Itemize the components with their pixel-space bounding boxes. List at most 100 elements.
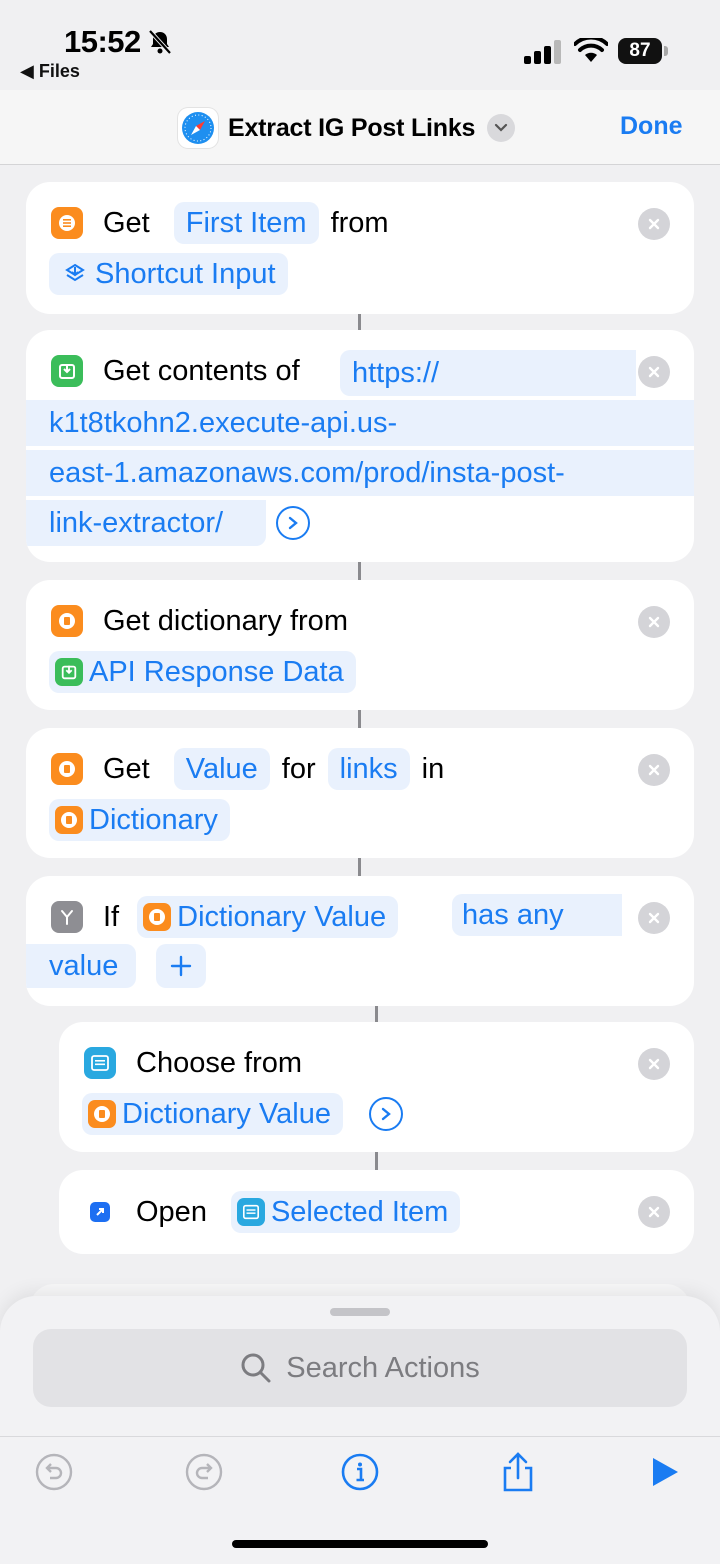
action-connector xyxy=(358,314,361,330)
redo-icon xyxy=(185,1453,223,1491)
url-line[interactable]: link-extractor/ xyxy=(26,500,266,546)
action-verb: If xyxy=(103,900,120,933)
for-label: for xyxy=(281,752,316,785)
action-connector xyxy=(375,1152,378,1170)
action-get-value[interactable]: Get Value for links in Dictionary xyxy=(26,728,694,858)
info-icon xyxy=(341,1453,379,1491)
api-response-chip[interactable]: API Response Data xyxy=(49,651,356,693)
list-icon xyxy=(51,207,83,239)
action-search-sheet: Search Actions xyxy=(0,1296,720,1564)
condition-operator-chip[interactable]: has any xyxy=(452,894,622,936)
condition-value-chip[interactable]: value xyxy=(26,944,136,988)
search-actions-field[interactable]: Search Actions xyxy=(33,1329,687,1407)
action-open[interactable]: Open Selected Item xyxy=(59,1170,694,1254)
from-label: from xyxy=(330,206,389,239)
shortcut-input-label: Shortcut Input xyxy=(95,257,276,290)
remove-action-button[interactable] xyxy=(638,902,670,934)
safari-icon xyxy=(178,108,218,148)
action-verb: Get dictionary from xyxy=(103,604,348,637)
download-icon xyxy=(55,658,83,686)
action-get-item[interactable]: Get First Item from Shortcut Input xyxy=(26,182,694,314)
key-chip[interactable]: links xyxy=(327,748,410,790)
shortcut-input-icon xyxy=(61,260,89,288)
expand-options-button[interactable] xyxy=(276,506,310,540)
url-line[interactable]: k1t8tkohn2.execute-api.us- xyxy=(26,400,694,446)
toolbar-divider xyxy=(0,1436,720,1437)
remove-action-button[interactable] xyxy=(638,754,670,786)
action-if[interactable]: If Dictionary Value has any value xyxy=(26,876,694,1006)
search-placeholder: Search Actions xyxy=(286,1351,480,1384)
remove-action-button[interactable] xyxy=(638,356,670,388)
action-verb: Get xyxy=(103,752,150,785)
download-icon xyxy=(51,355,83,387)
dictionary-chip[interactable]: Dictionary xyxy=(49,799,230,841)
play-icon xyxy=(653,1458,678,1486)
url-line[interactable]: east-1.amazonaws.com/prod/insta-post- xyxy=(26,450,694,496)
dictionary-icon xyxy=(51,605,83,637)
home-indicator xyxy=(232,1540,488,1548)
plus-icon xyxy=(170,955,192,977)
open-app-icon xyxy=(84,1196,116,1228)
chevron-down-icon[interactable] xyxy=(487,114,516,142)
status-bar: 15:52 ◀ Files 87 xyxy=(0,0,720,90)
dictionary-label: Dictionary xyxy=(89,803,218,836)
action-connector xyxy=(375,1006,378,1022)
action-choose-from[interactable]: Choose from Dictionary Value xyxy=(59,1022,694,1152)
sheet-grabber[interactable] xyxy=(330,1308,390,1316)
remove-action-button[interactable] xyxy=(638,1196,670,1228)
dictionary-icon xyxy=(143,903,172,931)
action-verb: Get contents of xyxy=(103,354,300,387)
condition-variable-label: Dictionary Value xyxy=(177,900,387,933)
bell-slash-icon xyxy=(148,29,172,55)
back-to-app-link[interactable]: ◀ Files xyxy=(20,61,80,82)
shortcut-input-chip[interactable]: Shortcut Input xyxy=(49,253,288,295)
info-button[interactable] xyxy=(340,1452,380,1492)
nav-bar: Extract IG Post Links Done xyxy=(0,90,720,165)
action-get-contents-of-url[interactable]: Get contents of https:// k1t8tkohn2.exec… xyxy=(26,330,694,562)
selected-item-chip[interactable]: Selected Item xyxy=(230,1191,461,1233)
menu-list-icon xyxy=(84,1047,116,1079)
action-verb: Open xyxy=(136,1195,207,1228)
shortcut-title: Extract IG Post Links xyxy=(228,113,476,142)
action-get-dictionary[interactable]: Get dictionary from API Response Data xyxy=(26,580,694,710)
action-verb: Choose from xyxy=(136,1046,303,1079)
item-selector-chip[interactable]: First Item xyxy=(173,202,319,244)
undo-icon xyxy=(35,1453,73,1491)
shortcut-title-menu[interactable]: Extract IG Post Links xyxy=(178,108,516,148)
action-verb: Get xyxy=(103,206,150,239)
cellular-signal-icon xyxy=(524,40,561,64)
in-label: in xyxy=(421,752,445,785)
selected-item-label: Selected Item xyxy=(270,1195,449,1228)
wifi-icon xyxy=(574,38,608,62)
expand-options-button[interactable] xyxy=(369,1097,404,1131)
remove-action-button[interactable] xyxy=(638,208,670,240)
remove-action-button[interactable] xyxy=(638,606,670,638)
action-connector xyxy=(358,710,361,728)
done-button[interactable]: Done xyxy=(620,112,683,141)
menu-list-icon xyxy=(236,1198,265,1226)
run-button[interactable] xyxy=(644,1452,684,1492)
battery-tip xyxy=(664,46,668,56)
condition-variable-chip[interactable]: Dictionary Value xyxy=(137,896,399,938)
status-time: 15:52 xyxy=(64,24,141,59)
search-icon xyxy=(241,1353,271,1383)
share-button[interactable] xyxy=(498,1452,538,1492)
undo-button[interactable] xyxy=(34,1452,74,1492)
share-icon xyxy=(503,1452,533,1492)
branch-icon xyxy=(51,901,83,933)
redo-button[interactable] xyxy=(184,1452,224,1492)
remove-action-button[interactable] xyxy=(638,1048,670,1080)
api-response-label: API Response Data xyxy=(89,655,344,688)
dictionary-icon xyxy=(88,1100,116,1128)
battery-indicator: 87 xyxy=(618,38,668,64)
dictionary-icon xyxy=(51,753,83,785)
value-type-chip[interactable]: Value xyxy=(173,748,270,790)
action-connector xyxy=(358,858,361,876)
list-source-label: Dictionary Value xyxy=(122,1097,332,1130)
add-condition-button[interactable] xyxy=(156,944,206,988)
action-connector xyxy=(358,562,361,580)
battery-level: 87 xyxy=(618,38,662,64)
url-line[interactable]: https:// xyxy=(340,350,636,396)
list-source-chip[interactable]: Dictionary Value xyxy=(82,1093,344,1135)
dictionary-icon xyxy=(55,806,83,834)
